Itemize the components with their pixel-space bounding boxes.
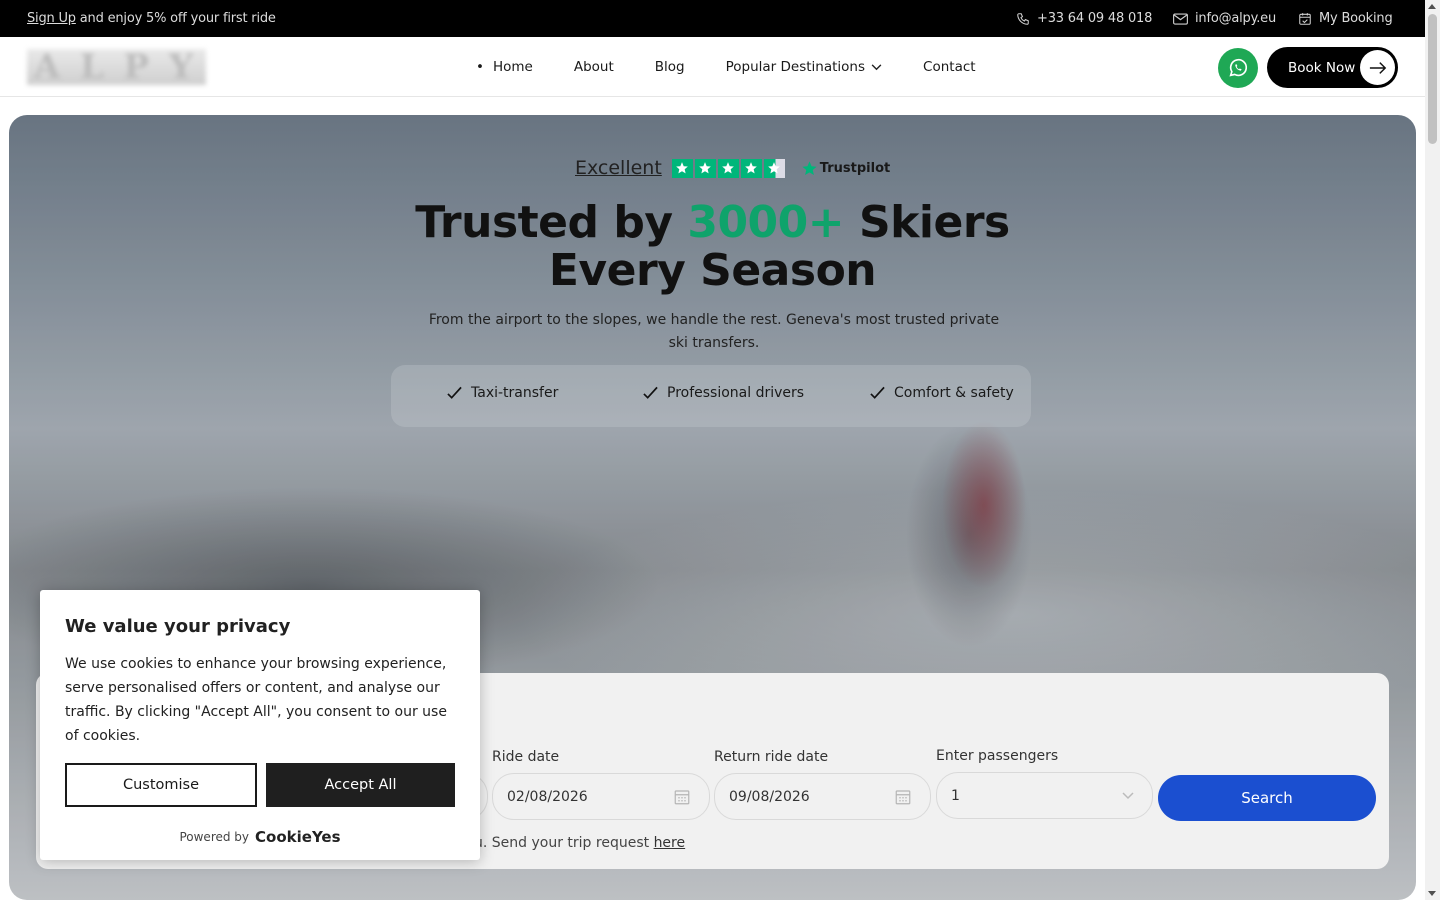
feature-label: Professional drivers	[667, 385, 805, 401]
cookieyes-logo[interactable]: CookieYes	[255, 828, 341, 846]
nav-blog-label: Blog	[654, 59, 685, 75]
hero-subtext: From the airport to the slopes, we handl…	[428, 312, 1000, 351]
nav-contact[interactable]: Contact	[923, 59, 976, 75]
trustpilot-star-icon	[802, 160, 817, 175]
half-star-icon	[763, 158, 785, 178]
headline-part1: Trusted by	[415, 197, 688, 248]
phone-number: +33 64 09 48 018	[1037, 11, 1153, 26]
cookie-title: We value your privacy	[65, 616, 291, 637]
my-booking-label: My Booking	[1319, 11, 1393, 26]
promo-text: Sign Up and enjoy 5% off your first ride	[27, 11, 276, 26]
powered-by-label: Powered by	[179, 830, 250, 844]
book-now-button[interactable]: Book Now	[1267, 47, 1398, 88]
chevron-down-icon	[1122, 792, 1134, 800]
feature-item: Taxi-transfer	[447, 385, 558, 401]
cookie-consent-banner: We value your privacy We use cookies to …	[40, 590, 480, 860]
trustpilot-name: Trustpilot	[819, 160, 891, 176]
email-contact[interactable]: info@alpy.eu	[1173, 11, 1276, 26]
scrollbar-thumb[interactable]	[1428, 14, 1437, 144]
page-scrollbar[interactable]	[1425, 0, 1440, 900]
feature-item: Professional drivers	[643, 385, 804, 401]
check-icon	[447, 386, 462, 399]
star-icon	[694, 158, 716, 178]
main-nav: Home About Blog Popular Destinations Con…	[476, 59, 1017, 75]
feature-label: Taxi-transfer	[471, 385, 559, 401]
nav-home-label: Home	[492, 59, 533, 75]
passengers-label: Enter passengers	[936, 748, 1059, 764]
whatsapp-button[interactable]	[1218, 48, 1258, 88]
site-logo[interactable]: ALPY	[27, 47, 206, 87]
trip-request-link[interactable]: here	[654, 835, 686, 851]
nav-about-label: About	[573, 59, 614, 75]
phone-contact[interactable]: +33 64 09 48 018	[1016, 11, 1152, 26]
headline-part2: Skiers	[844, 197, 1010, 248]
trip-request-text: u. Send your trip request	[474, 835, 654, 851]
trustpilot-rating[interactable]: Excellent Trustpilot	[575, 157, 890, 179]
phone-icon	[1017, 12, 1029, 25]
return-date-input[interactable]: 09/08/2026	[714, 773, 931, 820]
return-date-value: 09/08/2026	[729, 788, 810, 805]
calendar-check-icon	[1299, 12, 1311, 25]
search-label: Search	[1241, 789, 1293, 807]
feature-item: Comfort & safety	[870, 385, 1014, 401]
nav-home[interactable]: Home	[476, 59, 533, 75]
nav-popular-destinations-label: Popular Destinations	[725, 59, 866, 75]
my-booking-link[interactable]: My Booking	[1298, 11, 1393, 26]
signup-link[interactable]: Sign Up	[27, 11, 76, 26]
cookie-body: We use cookies to enhance your browsing …	[65, 656, 447, 744]
nav-contact-label: Contact	[923, 59, 976, 75]
scroll-up-arrow[interactable]	[1428, 4, 1436, 9]
powered-by: Powered by CookieYes	[40, 828, 480, 846]
calendar-icon	[674, 790, 690, 805]
email-address: info@alpy.eu	[1195, 11, 1277, 26]
star-icon	[717, 158, 739, 178]
star-icon	[671, 158, 693, 178]
chevron-down-icon	[871, 63, 882, 70]
ride-date-input[interactable]: 02/08/2026	[492, 773, 710, 820]
headline-line2: Every Season	[548, 245, 877, 296]
calendar-icon	[895, 790, 911, 805]
check-icon	[870, 386, 885, 399]
return-date-label: Return ride date	[714, 749, 829, 765]
book-now-label: Book Now	[1288, 59, 1356, 76]
customise-button[interactable]: Customise	[65, 763, 257, 807]
star-icon	[740, 158, 762, 178]
check-icon	[643, 386, 658, 399]
trip-request-note: u. Send your trip request here	[474, 835, 685, 851]
accept-all-button[interactable]: Accept All	[266, 763, 455, 807]
scroll-down-arrow[interactable]	[1428, 891, 1436, 896]
trustpilot-logo: Trustpilot	[801, 160, 890, 177]
nav-about[interactable]: About	[574, 59, 614, 75]
nav-popular-destinations[interactable]: Popular Destinations	[726, 59, 882, 75]
ride-date-label: Ride date	[492, 749, 560, 765]
rating-word: Excellent	[575, 157, 662, 179]
headline-accent: 3000+	[687, 197, 845, 248]
feature-label: Comfort & safety	[894, 385, 1014, 401]
passengers-select[interactable]: 1	[936, 772, 1153, 819]
mail-icon	[1173, 12, 1188, 25]
search-button[interactable]: Search	[1158, 775, 1376, 821]
ride-date-value: 02/08/2026	[507, 788, 588, 805]
top-bar: Sign Up and enjoy 5% off your first ride…	[0, 0, 1425, 37]
nav-blog[interactable]: Blog	[655, 59, 685, 75]
promo-message: and enjoy 5% off your first ride	[75, 11, 276, 26]
whatsapp-icon	[1229, 58, 1248, 77]
arrow-right-icon	[1360, 50, 1395, 85]
feature-list: Taxi-transfer Professional drivers Comfo…	[391, 365, 1031, 427]
site-header: ALPY Home About Blog Popular Destination…	[0, 37, 1425, 97]
rating-stars	[671, 158, 785, 178]
passengers-value: 1	[951, 787, 960, 804]
hero-headline: Trusted by 3000+ Skiers Every Season	[9, 199, 1416, 295]
